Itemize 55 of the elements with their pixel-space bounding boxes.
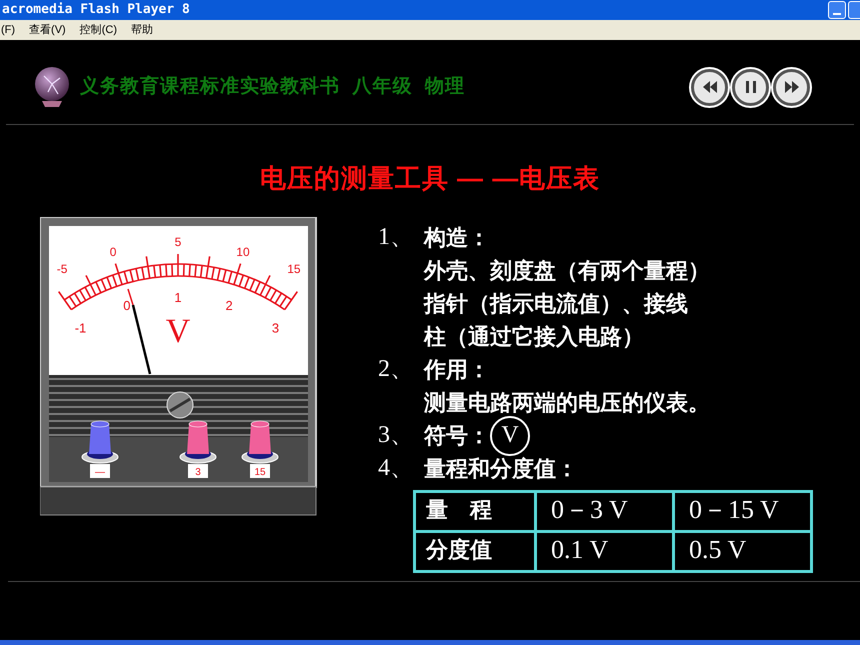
terminal-tag — [250, 464, 270, 478]
menu-item[interactable]: 查看(V) — [29, 22, 66, 38]
item-number: 2、 — [378, 355, 415, 384]
item-text: 柱（通过它接入电路） — [422, 323, 645, 351]
item-heading: 量程和分度值： — [424, 455, 578, 483]
scale-label: 15 — [287, 262, 301, 276]
item-heading: 作用： — [424, 356, 490, 384]
slide-title: 电压的测量工具 — —电压表 — [260, 162, 600, 195]
item-heading: 构造： — [424, 224, 490, 252]
scale-label: 2 — [226, 298, 233, 313]
item-number: 4、 — [378, 454, 415, 483]
adjustment-screw[interactable] — [166, 392, 194, 418]
row-header: 分度值 — [426, 537, 492, 562]
row-header: 量 程 — [426, 497, 492, 522]
terminal-post[interactable] — [180, 420, 216, 464]
voltmeter-symbol: V — [490, 416, 530, 456]
rewind-icon — [702, 80, 718, 94]
terminal-tag — [90, 464, 110, 478]
item-text: 测量电路两端的电压的仪表。 — [422, 389, 711, 417]
cell-value: 0.5 V — [689, 535, 746, 564]
pause-button[interactable] — [732, 68, 769, 106]
rewind-button[interactable] — [691, 68, 728, 106]
item-number: 1、 — [378, 223, 415, 252]
plasma-globe-icon — [32, 66, 72, 108]
window-title: acromedia Flash Player 8 — [1, 1, 190, 20]
forward-icon — [784, 80, 800, 94]
forward-button[interactable] — [773, 68, 810, 106]
scale-label: 10 — [236, 245, 250, 259]
scale-label: 0 — [123, 298, 130, 313]
menu-item[interactable]: (F) — [0, 22, 16, 38]
scale-label: 3 — [272, 320, 280, 336]
textbook-title: 义务教育课程标准实验教科书 八年级 物理 — [80, 74, 466, 99]
terminal-label: 3 — [195, 467, 201, 478]
item-text: 指针（指示电流值）、接线 — [422, 290, 689, 318]
item-heading: 符号： — [424, 422, 490, 450]
scale-label: -1 — [74, 320, 86, 336]
scale-label: 5 — [174, 235, 182, 249]
menu-item[interactable]: 帮助 — [131, 22, 153, 38]
scale-label: -5 — [56, 262, 68, 276]
terminal-tag — [188, 464, 208, 478]
menu-item[interactable]: 控制(C) — [80, 22, 117, 38]
item-number: 3、 — [378, 421, 415, 450]
scale-label: 0 — [110, 245, 116, 259]
terminal-post[interactable] — [242, 420, 278, 464]
cell-value: 0.1 V — [551, 535, 608, 564]
unit-label: V — [166, 313, 190, 350]
item-text: 外壳、刻度盘（有两个量程） — [422, 257, 711, 285]
terminal-label: 15 — [254, 467, 266, 478]
maximize-button[interactable] — [848, 1, 860, 19]
scale-label: 1 — [174, 290, 182, 305]
cell-value: 0－3 V — [551, 495, 628, 524]
cell-value: 0－15 V — [689, 495, 779, 524]
terminal-label: — — [95, 467, 105, 478]
terminal-post[interactable] — [82, 420, 118, 464]
minimize-button[interactable] — [828, 1, 846, 19]
